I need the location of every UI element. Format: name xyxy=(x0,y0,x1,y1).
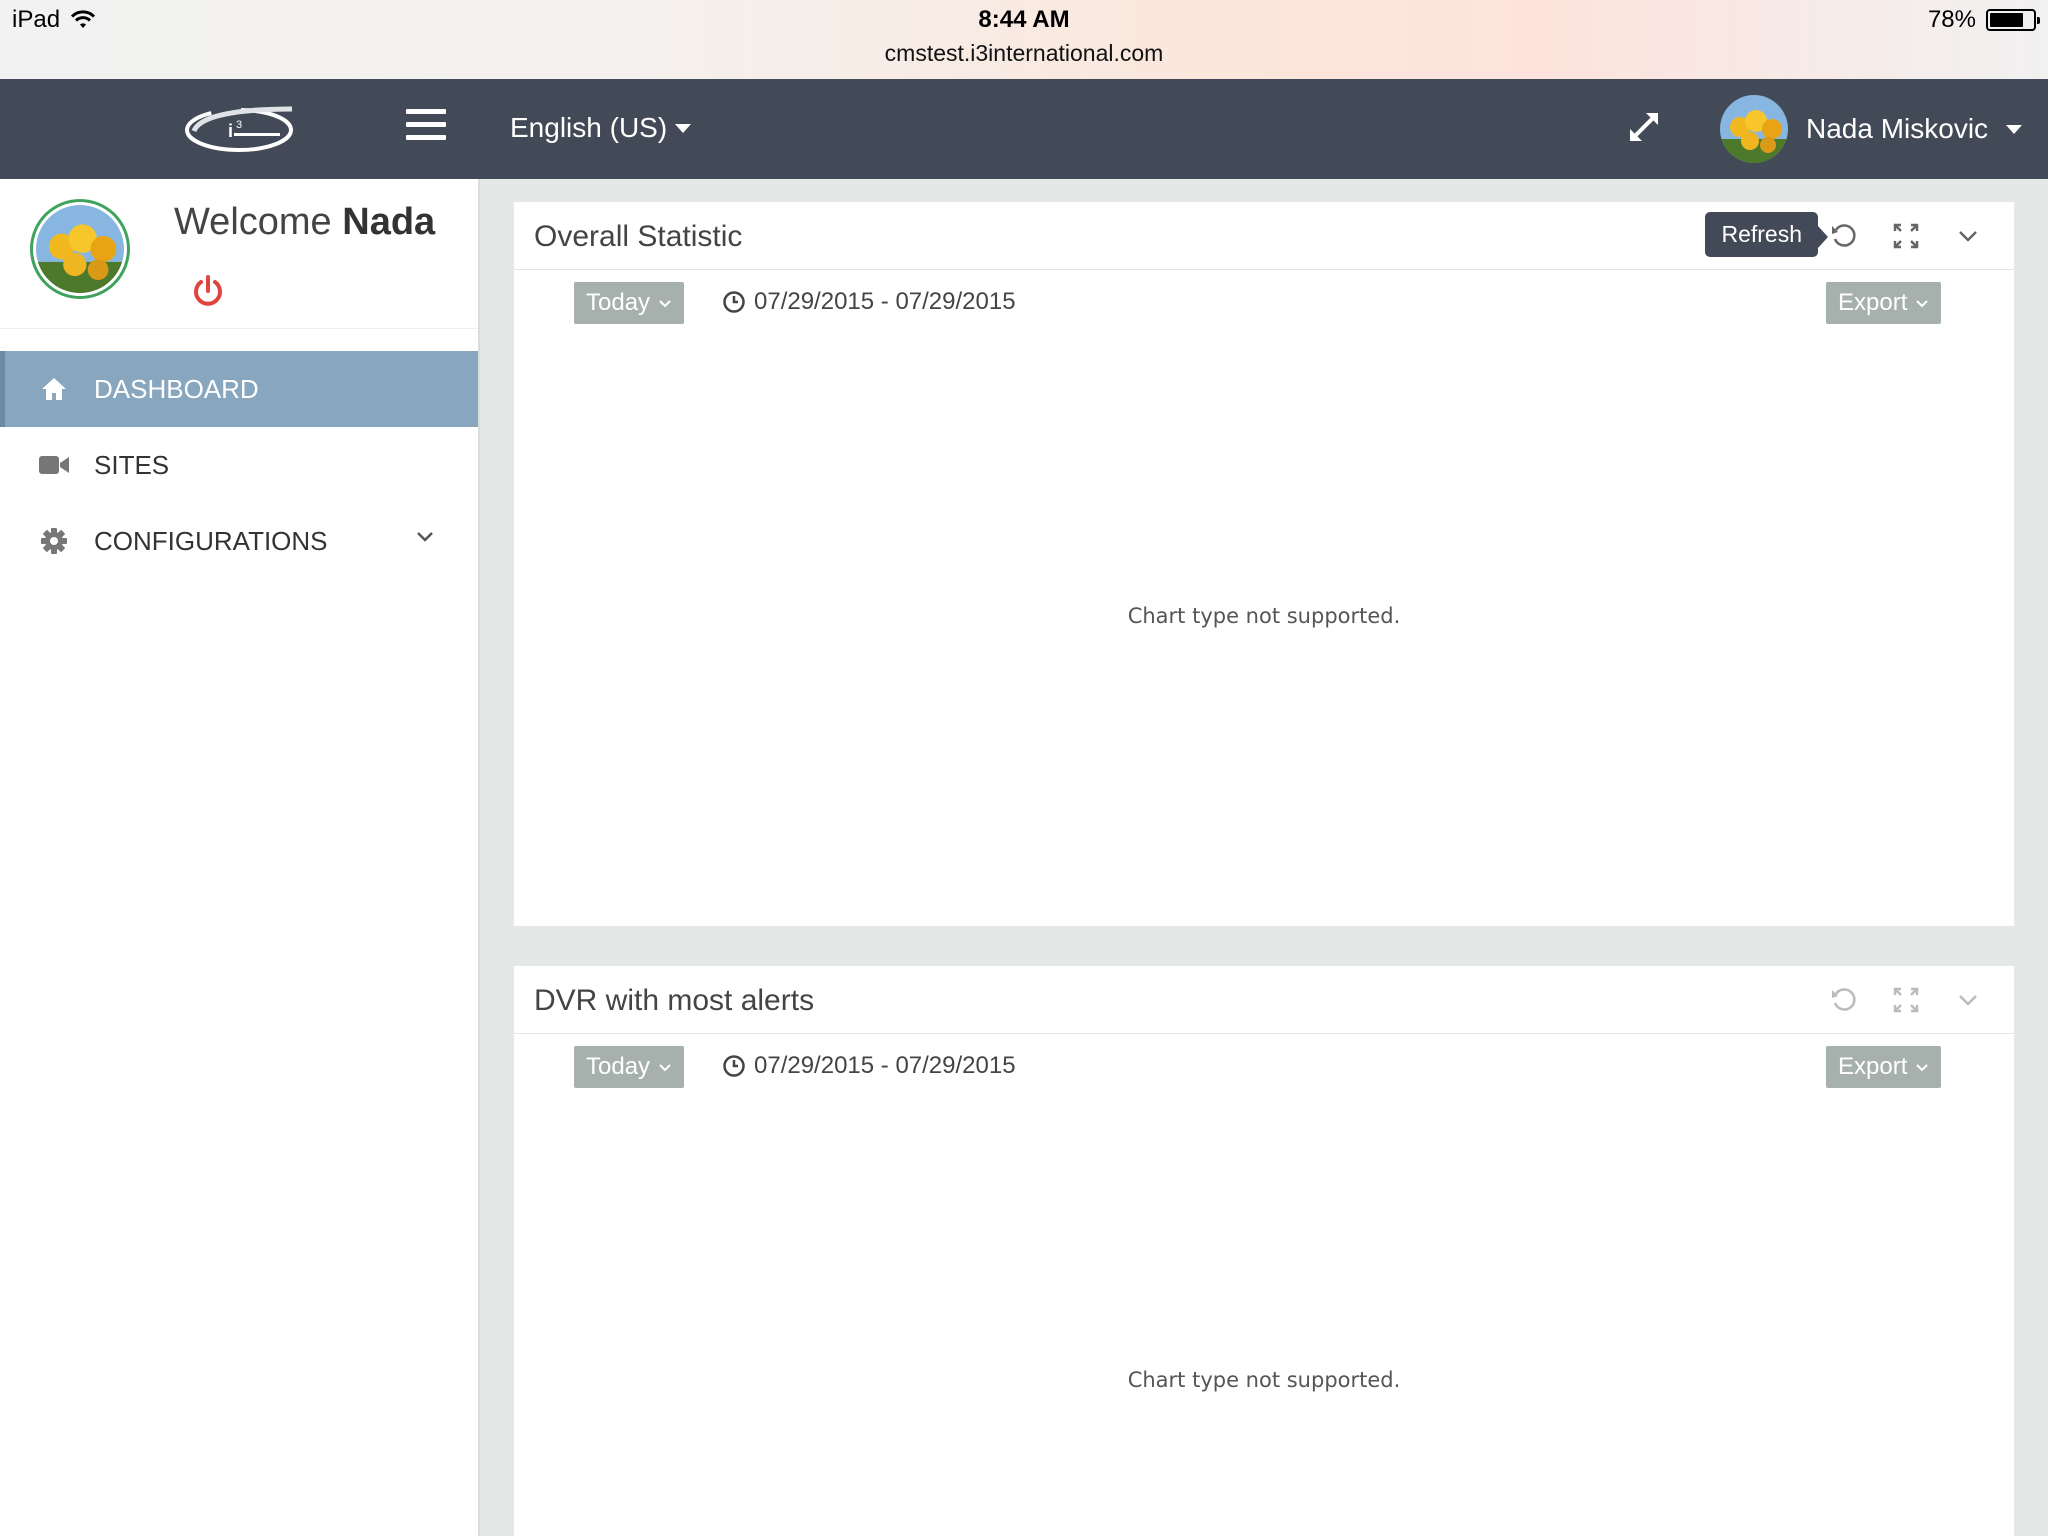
svg-text:3: 3 xyxy=(236,119,242,131)
clock-icon xyxy=(723,291,745,313)
date-range-text: 07/29/2015 - 07/29/2015 xyxy=(754,288,1016,315)
sidebar-item-label: CONFIGURATIONS xyxy=(94,525,328,556)
panel-filter-bar: Today 07/29/2015 - 07/29/2015 Export xyxy=(514,1034,2014,1094)
chevron-down-icon xyxy=(1916,300,1929,308)
panel-header: Overall Statistic Refresh xyxy=(514,202,2014,270)
maximize-icon[interactable] xyxy=(1890,984,1922,1016)
dvr-most-alerts-panel: DVR with most alerts Today 07/29/2015 - … xyxy=(514,966,2014,1536)
battery-icon xyxy=(1986,9,2040,31)
panel-tools xyxy=(1828,220,1984,252)
status-time: 8:44 AM xyxy=(978,6,1070,33)
period-dropdown[interactable]: Today xyxy=(574,1046,685,1088)
fullscreen-expand-icon[interactable] xyxy=(1624,107,1664,147)
sidebar-item-label: SITES xyxy=(94,449,170,480)
collapse-chevron-icon[interactable] xyxy=(1952,984,1984,1016)
user-menu[interactable]: Nada Miskovic xyxy=(1720,95,2023,163)
export-label: Export xyxy=(1838,1053,1908,1080)
caret-down-icon xyxy=(2006,124,2023,134)
overall-statistic-panel: Overall Statistic Refresh Today 07/29/20… xyxy=(514,202,2014,926)
chevron-down-icon xyxy=(1916,1064,1929,1072)
chevron-down-icon xyxy=(659,1064,671,1072)
language-dropdown[interactable]: English (US) xyxy=(510,112,692,144)
refresh-icon[interactable] xyxy=(1828,984,1860,1016)
chevron-down-icon xyxy=(659,300,671,308)
welcome-box: Welcome Nada xyxy=(0,179,478,329)
video-camera-icon xyxy=(38,451,70,479)
period-label: Today xyxy=(586,289,651,316)
date-range: 07/29/2015 - 07/29/2015 xyxy=(722,1052,1016,1080)
period-dropdown[interactable]: Today xyxy=(574,282,685,324)
panel-filter-bar: Today 07/29/2015 - 07/29/2015 Export xyxy=(514,270,2014,330)
collapse-chevron-icon[interactable] xyxy=(1952,220,1984,252)
export-label: Export xyxy=(1838,289,1908,316)
date-range-text: 07/29/2015 - 07/29/2015 xyxy=(754,1052,1016,1079)
date-range: 07/29/2015 - 07/29/2015 xyxy=(722,288,1016,316)
home-icon xyxy=(38,375,70,403)
sidebar-item-dashboard[interactable]: DASHBOARD xyxy=(0,351,478,427)
address-bar-url[interactable]: cmstest.i3international.com xyxy=(0,40,2048,67)
refresh-icon[interactable] xyxy=(1828,220,1860,252)
chart-message: Chart type not supported. xyxy=(1127,1368,1401,1392)
caret-down-icon xyxy=(675,123,692,133)
panel-title: Overall Statistic xyxy=(534,220,743,253)
battery-percent: 78% xyxy=(1927,6,1976,33)
clock-icon xyxy=(723,1055,745,1077)
sidebar-menu: DASHBOARD SITES CONFIGURATIONS xyxy=(0,351,478,579)
user-avatar xyxy=(1720,95,1788,163)
language-label: English (US) xyxy=(510,112,668,143)
export-dropdown[interactable]: Export xyxy=(1826,282,1942,324)
chevron-down-icon[interactable] xyxy=(416,531,434,543)
welcome-text: Welcome Nada xyxy=(174,201,435,244)
i3-logo: i 3 xyxy=(185,106,293,152)
gear-icon xyxy=(38,527,70,555)
period-label: Today xyxy=(586,1053,651,1080)
profile-avatar[interactable] xyxy=(30,199,130,299)
sidebar-item-label: DASHBOARD xyxy=(94,373,259,404)
export-dropdown[interactable]: Export xyxy=(1826,1046,1942,1088)
chart-message: Chart type not supported. xyxy=(1127,604,1401,628)
power-icon[interactable] xyxy=(190,273,226,309)
ios-status-bar: iPad 8:44 AM cmstest.i3international.com… xyxy=(0,0,2048,79)
user-name: Nada Miskovic xyxy=(1806,113,1989,144)
sidebar-item-configurations[interactable]: CONFIGURATIONS xyxy=(0,503,478,579)
panel-header: DVR with most alerts xyxy=(514,966,2014,1034)
svg-text:i: i xyxy=(228,121,233,141)
welcome-name: Nada xyxy=(342,201,436,243)
maximize-icon[interactable] xyxy=(1890,220,1922,252)
sidebar-item-sites[interactable]: SITES xyxy=(0,427,478,503)
sidebar: Welcome Nada DASHBOARD SITES CONFIGURATI… xyxy=(0,179,480,1536)
welcome-prefix: Welcome xyxy=(174,201,332,243)
refresh-tooltip: Refresh xyxy=(1705,212,1828,257)
sidebar-toggle-icon[interactable] xyxy=(406,109,446,149)
top-navbar: i 3 English (US) Nada Miskovic xyxy=(0,79,2048,179)
panel-title: DVR with most alerts xyxy=(534,984,815,1017)
panel-tools xyxy=(1828,984,1984,1016)
status-right: 78% xyxy=(1927,6,2040,34)
